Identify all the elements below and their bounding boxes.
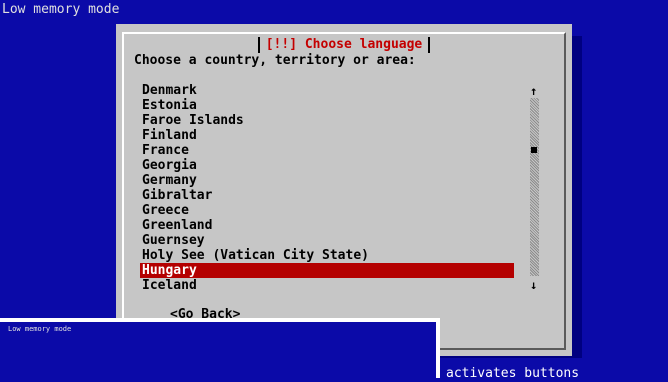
scroll-up-arrow-icon[interactable]: ↑: [530, 84, 537, 98]
scrollbar-track[interactable]: [530, 98, 539, 276]
country-item-greece[interactable]: Greece: [140, 203, 514, 218]
country-item-france[interactable]: France: [140, 143, 514, 158]
overlay-border-top: [0, 318, 440, 322]
country-item-estonia[interactable]: Estonia: [140, 98, 514, 113]
country-item-denmark[interactable]: Denmark: [140, 83, 514, 98]
country-item-iceland[interactable]: Iceland: [140, 278, 514, 293]
scrollbar-thumb[interactable]: [531, 147, 537, 153]
bottom-help-hint: activates buttons: [446, 366, 580, 381]
overlay-border-right: [436, 318, 440, 378]
country-item-holy-see[interactable]: Holy See (Vatican City State): [140, 248, 514, 263]
country-item-guernsey[interactable]: Guernsey: [140, 233, 514, 248]
country-item-gibraltar[interactable]: Gibraltar: [140, 188, 514, 203]
low-memory-mode-label: Low memory mode: [2, 2, 120, 17]
overlay-low-memory-label: Low memory mode: [8, 325, 72, 333]
dialog-title: [!!] Choose language: [257, 37, 431, 53]
scroll-down-arrow-icon[interactable]: ↓: [530, 278, 537, 292]
country-item-hungary-selected[interactable]: Hungary: [140, 263, 514, 278]
country-prompt: Choose a country, territory or area:: [134, 53, 416, 68]
country-item-faroe-islands[interactable]: Faroe Islands: [140, 113, 514, 128]
country-item-georgia[interactable]: Georgia: [140, 158, 514, 173]
country-item-greenland[interactable]: Greenland: [140, 218, 514, 233]
country-item-finland[interactable]: Finland: [140, 128, 514, 143]
country-item-germany[interactable]: Germany: [140, 173, 514, 188]
country-list: Denmark Estonia Faroe Islands Finland Fr…: [140, 83, 514, 293]
